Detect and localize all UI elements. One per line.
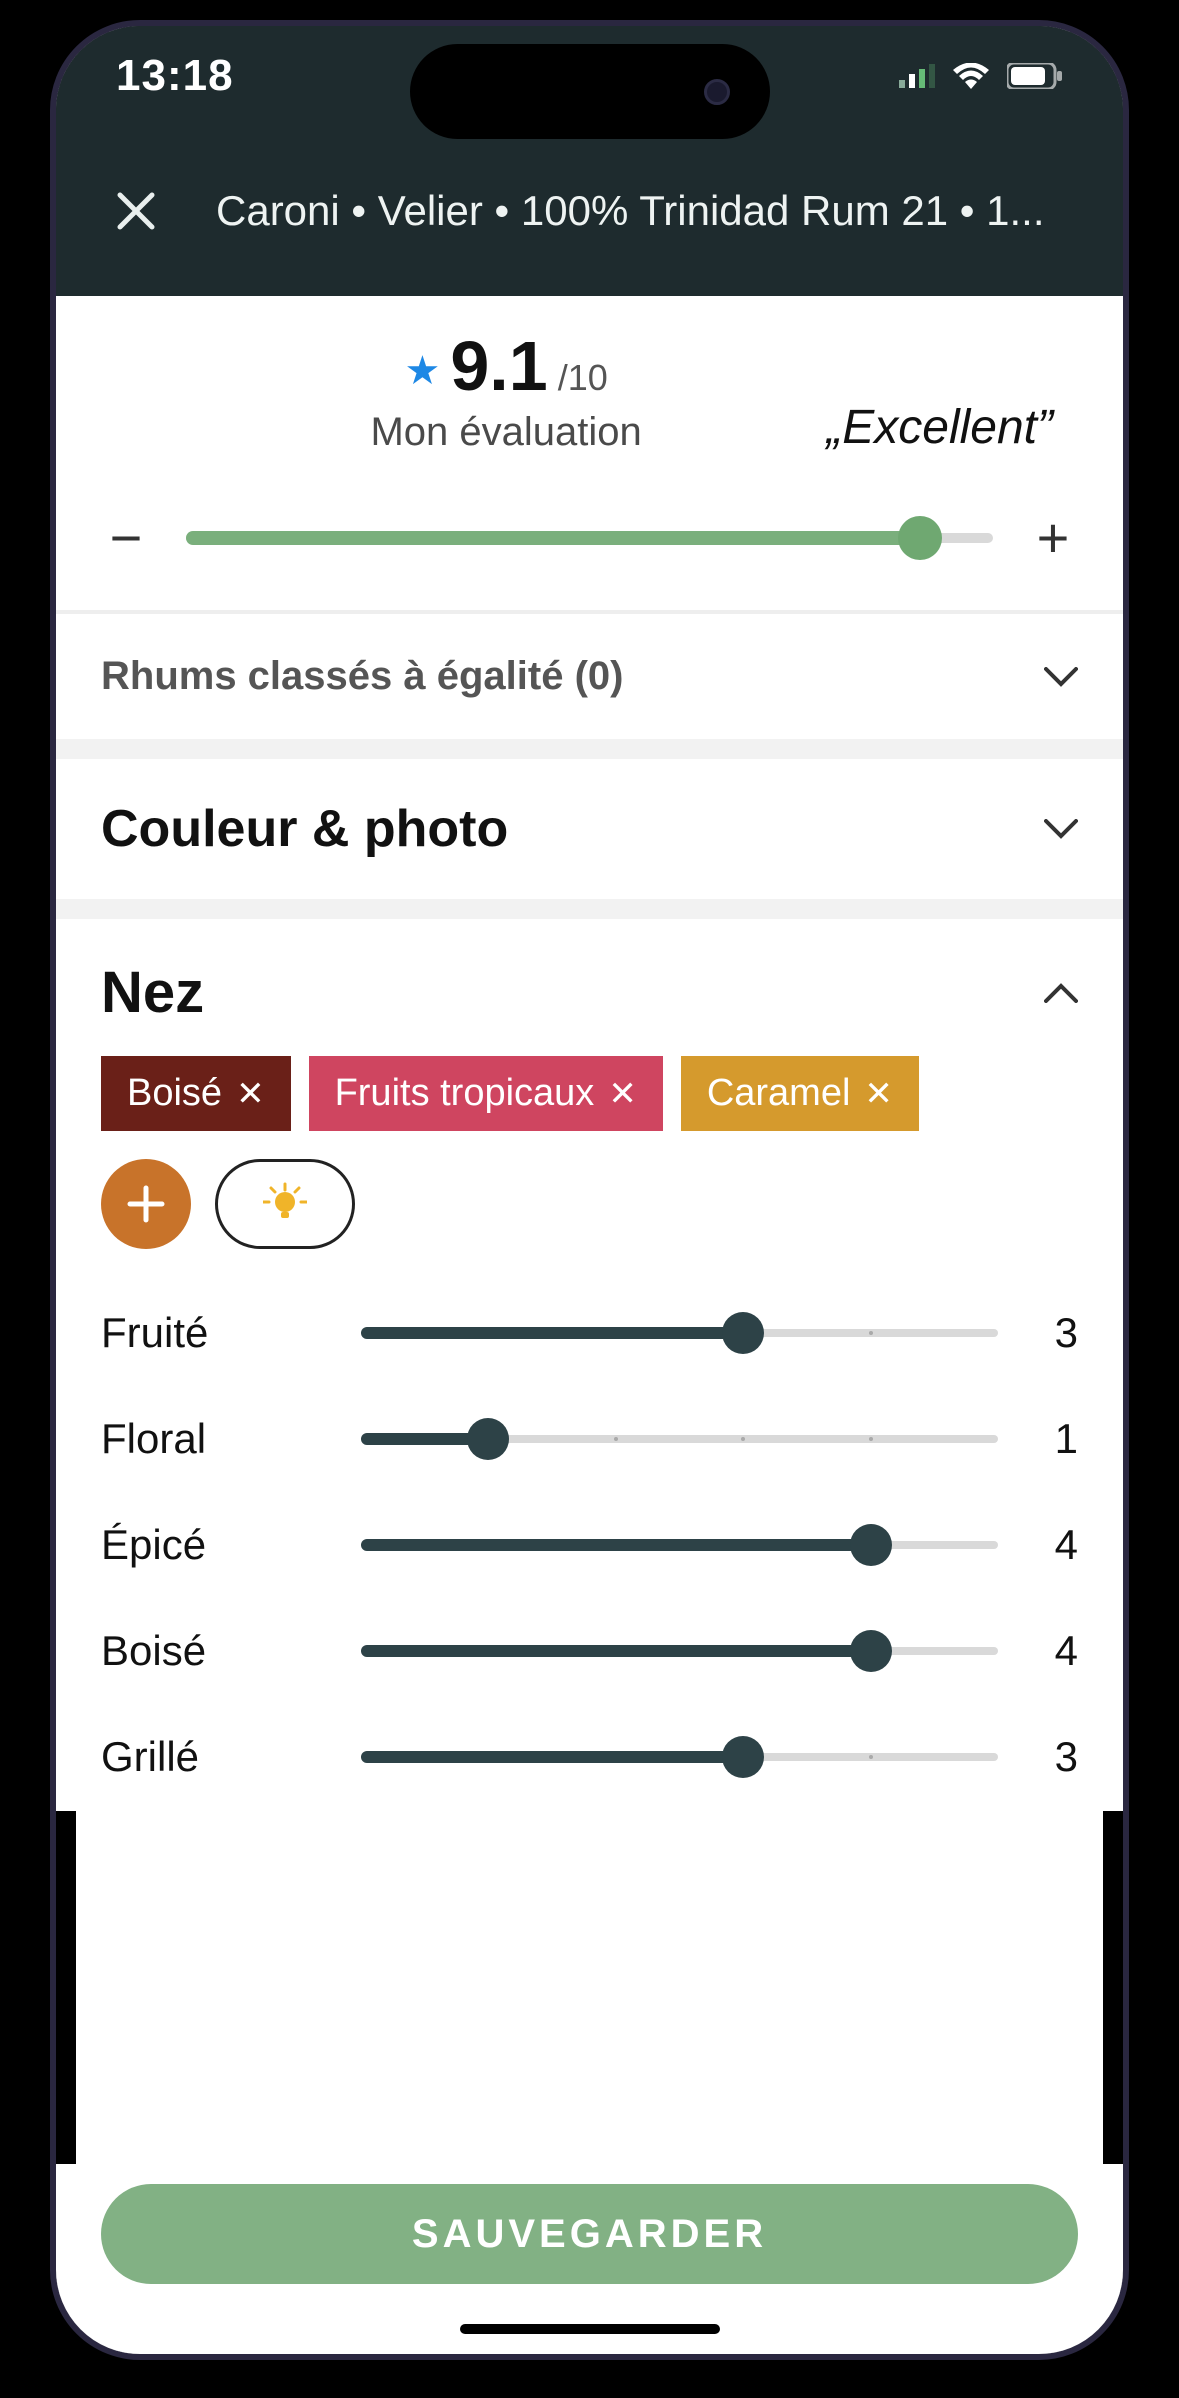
color-photo-title: Couleur & photo xyxy=(101,799,508,859)
color-photo-expander[interactable]: Couleur & photo xyxy=(56,759,1123,899)
attribute-slider[interactable] xyxy=(361,1631,998,1671)
attribute-value: 1 xyxy=(1028,1415,1078,1463)
attribute-row: Floral 1 xyxy=(101,1415,1078,1463)
tied-rums-expander[interactable]: Rhums classés à égalité (0) xyxy=(56,614,1123,739)
attribute-name: Fruité xyxy=(101,1309,331,1357)
rating-word: „Excellent” xyxy=(826,400,1063,455)
app-bar: Caroni • Velier • 100% Trinidad Rum 21 •… xyxy=(56,126,1123,296)
attribute-row: Épicé 4 xyxy=(101,1521,1078,1569)
status-time: 13:18 xyxy=(116,51,234,101)
attribute-value: 3 xyxy=(1028,1733,1078,1781)
attribute-slider[interactable] xyxy=(361,1525,998,1565)
tied-rums-label: Rhums classés à égalité (0) xyxy=(101,654,623,699)
add-tag-button[interactable] xyxy=(101,1159,191,1249)
nose-section: Nez Boisé ✕ Fruits tropicaux ✕ Caramel ✕ Frui… xyxy=(56,919,1123,1811)
attribute-value: 4 xyxy=(1028,1627,1078,1675)
home-indicator xyxy=(460,2324,720,2334)
rating-minus-button[interactable]: − xyxy=(96,505,156,570)
divider xyxy=(56,739,1123,759)
tag-label: Caramel xyxy=(707,1072,851,1115)
cellular-icon xyxy=(899,64,935,88)
remove-tag-icon[interactable]: ✕ xyxy=(608,1074,637,1114)
divider xyxy=(56,899,1123,919)
chevron-down-icon xyxy=(1044,667,1078,687)
wifi-icon xyxy=(953,63,989,89)
lightbulb-icon xyxy=(263,1182,307,1226)
rating-score: 9.1 xyxy=(450,326,547,406)
rating-subtitle: Mon évaluation xyxy=(370,410,641,455)
attribute-name: Épicé xyxy=(101,1521,331,1569)
battery-icon xyxy=(1007,63,1063,89)
nose-tag[interactable]: Caramel ✕ xyxy=(681,1056,919,1131)
plus-icon xyxy=(126,1184,166,1224)
suggestion-button[interactable] xyxy=(215,1159,355,1249)
nose-attributes: Fruité 3 Floral 1 Épicé 4 Boisé 4 Grillé 3 xyxy=(101,1309,1078,1781)
chevron-down-icon xyxy=(1044,819,1078,839)
attribute-name: Floral xyxy=(101,1415,331,1463)
tag-label: Fruits tropicaux xyxy=(335,1072,595,1115)
attribute-row: Fruité 3 xyxy=(101,1309,1078,1357)
attribute-slider[interactable] xyxy=(361,1419,998,1459)
attribute-name: Grillé xyxy=(101,1733,331,1781)
nose-tag[interactable]: Fruits tropicaux ✕ xyxy=(309,1056,663,1131)
attribute-slider[interactable] xyxy=(361,1737,998,1777)
close-icon xyxy=(116,191,156,231)
nose-title: Nez xyxy=(101,959,204,1026)
rating-block: ★ 9.1 /10 Mon évaluation „Excellent” − + xyxy=(56,296,1123,614)
rating-slider[interactable] xyxy=(186,518,993,558)
nose-tag[interactable]: Boisé ✕ xyxy=(101,1056,291,1131)
save-button[interactable]: SAUVEGARDER xyxy=(101,2184,1078,2284)
remove-tag-icon[interactable]: ✕ xyxy=(864,1074,893,1114)
phone-frame: 13:18 Caroni • Velier • 100% Trinidad Ru… xyxy=(50,20,1129,2360)
attribute-value: 3 xyxy=(1028,1309,1078,1357)
close-button[interactable] xyxy=(96,171,176,251)
rating-out-of: /10 xyxy=(558,357,608,399)
camera-dot xyxy=(704,79,730,105)
page-title: Caroni • Velier • 100% Trinidad Rum 21 •… xyxy=(176,187,1083,235)
content: ★ 9.1 /10 Mon évaluation „Excellent” − + xyxy=(56,296,1123,1811)
attribute-slider[interactable] xyxy=(361,1313,998,1353)
attribute-name: Boisé xyxy=(101,1627,331,1675)
star-icon: ★ xyxy=(405,348,441,394)
nose-tags: Boisé ✕ Fruits tropicaux ✕ Caramel ✕ xyxy=(101,1056,1078,1131)
attribute-row: Boisé 4 xyxy=(101,1627,1078,1675)
attribute-value: 4 xyxy=(1028,1521,1078,1569)
dynamic-island xyxy=(410,44,770,139)
remove-tag-icon[interactable]: ✕ xyxy=(236,1074,265,1114)
chevron-up-icon[interactable] xyxy=(1044,983,1078,1003)
tag-label: Boisé xyxy=(127,1072,222,1115)
attribute-row: Grillé 3 xyxy=(101,1733,1078,1781)
rating-plus-button[interactable]: + xyxy=(1023,505,1083,570)
